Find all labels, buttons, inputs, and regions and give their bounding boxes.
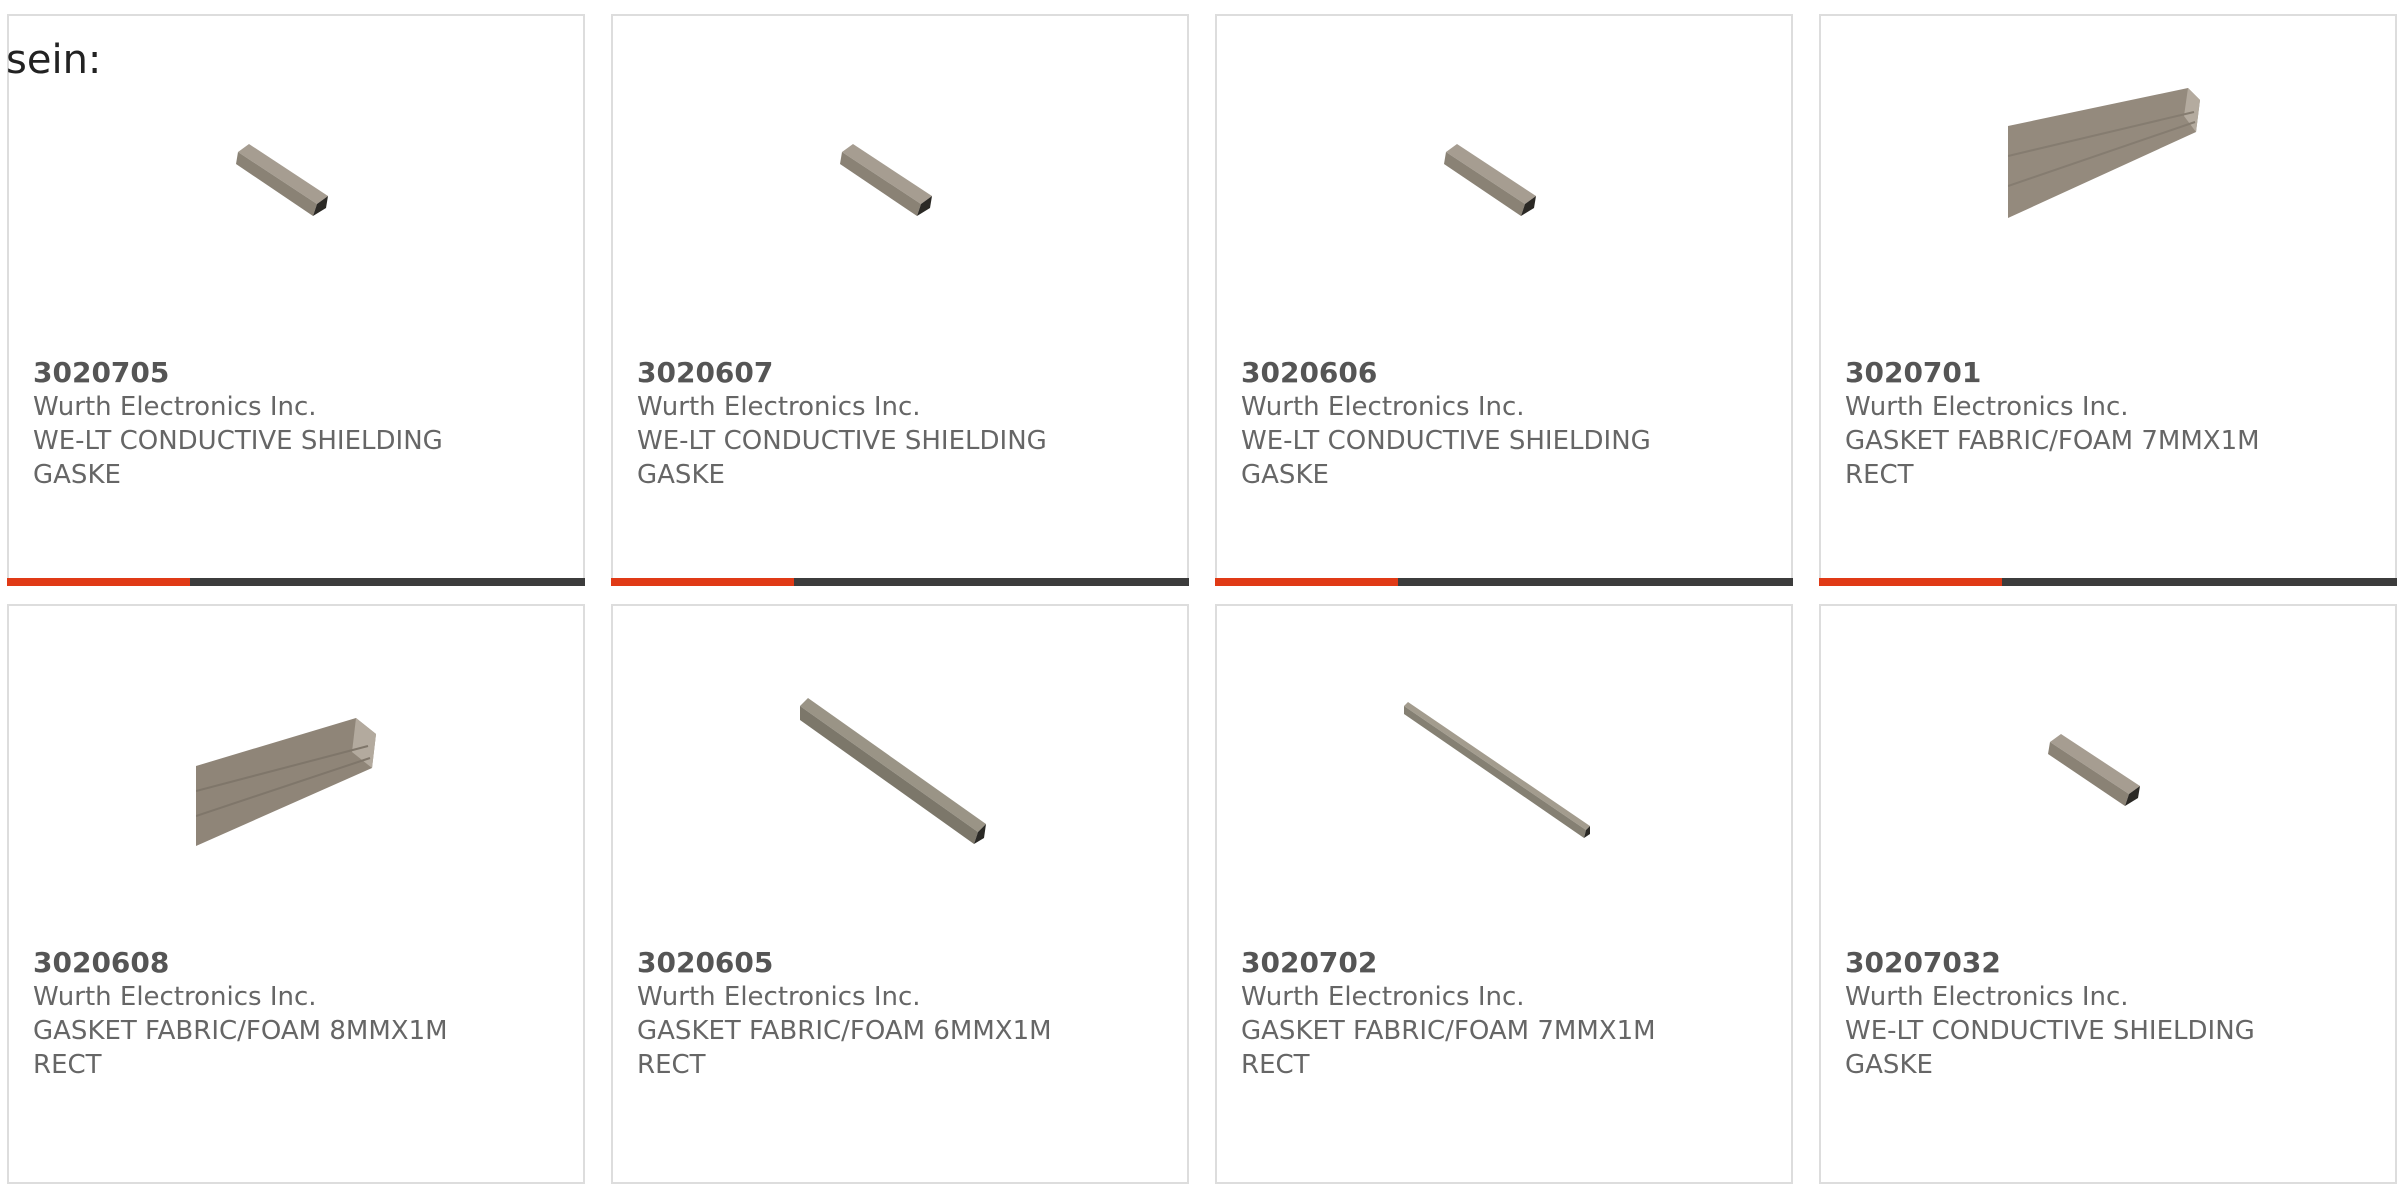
description-line: WE-LT CONDUCTIVE SHIELDING	[33, 426, 443, 456]
card-footer-accent	[7, 578, 190, 586]
product-card[interactable]: 3020607 Wurth Electronics Inc. WE-LT CON…	[611, 14, 1189, 586]
part-number-link[interactable]: 3020702	[1241, 946, 1761, 980]
description-line: WE-LT CONDUCTIVE SHIELDING	[637, 426, 1047, 456]
product-card[interactable]: 3020608 Wurth Electronics Inc. GASKET FA…	[7, 604, 585, 1184]
card-footer-bar	[7, 578, 585, 586]
product-card[interactable]: 3020701 Wurth Electronics Inc. GASKET FA…	[1819, 14, 2397, 586]
product-info: 3020607 Wurth Electronics Inc. WE-LT CON…	[637, 356, 1157, 492]
card-footer-accent	[1819, 578, 2002, 586]
thin-gasket-icon	[1404, 702, 1590, 838]
card-footer-bar	[1215, 578, 1793, 586]
rectangular-gasket-icon	[2048, 734, 2140, 806]
product-info: 3020606 Wurth Electronics Inc. WE-LT CON…	[1241, 356, 1761, 492]
product-image[interactable]	[2008, 676, 2208, 876]
intro-text: sein:	[6, 37, 102, 83]
manufacturer: Wurth Electronics Inc.	[33, 392, 317, 422]
wide-gasket-icon	[196, 718, 376, 846]
product-info: 3020608 Wurth Electronics Inc. GASKET FA…	[33, 946, 553, 1082]
description-line: GASKE	[1845, 1050, 1933, 1080]
description-line: WE-LT CONDUCTIVE SHIELDING	[1845, 1016, 2255, 1046]
description-line: RECT	[637, 1050, 706, 1080]
part-number-link[interactable]: 3020705	[33, 356, 553, 390]
description-line: RECT	[1845, 460, 1914, 490]
product-image[interactable]	[1404, 86, 1604, 286]
product-image[interactable]	[196, 676, 396, 876]
product-image[interactable]	[2008, 86, 2208, 286]
description-line: GASKE	[33, 460, 121, 490]
manufacturer: Wurth Electronics Inc.	[1241, 392, 1525, 422]
product-image[interactable]	[196, 86, 396, 286]
product-image[interactable]	[1404, 676, 1604, 876]
card-footer-bar	[1819, 578, 2397, 586]
description-line: GASKET FABRIC/FOAM 7MMX1M	[1241, 1016, 1656, 1046]
manufacturer: Wurth Electronics Inc.	[1845, 982, 2129, 1012]
product-info: 3020705 Wurth Electronics Inc. WE-LT CON…	[33, 356, 553, 492]
product-card[interactable]: 3020702 Wurth Electronics Inc. GASKET FA…	[1215, 604, 1793, 1184]
description-line: RECT	[1241, 1050, 1310, 1080]
product-image[interactable]	[800, 676, 1000, 876]
description-line: RECT	[33, 1050, 102, 1080]
product-card[interactable]: 3020705 Wurth Electronics Inc. WE-LT CON…	[7, 14, 585, 586]
part-number-link[interactable]: 3020605	[637, 946, 1157, 980]
description-line: WE-LT CONDUCTIVE SHIELDING	[1241, 426, 1651, 456]
part-number-link[interactable]: 3020701	[1845, 356, 2365, 390]
product-info: 3020605 Wurth Electronics Inc. GASKET FA…	[637, 946, 1157, 1082]
part-number-link[interactable]: 3020606	[1241, 356, 1761, 390]
manufacturer: Wurth Electronics Inc.	[33, 982, 317, 1012]
part-number-link[interactable]: 30207032	[1845, 946, 2365, 980]
product-info: 3020701 Wurth Electronics Inc. GASKET FA…	[1845, 356, 2365, 492]
part-number-link[interactable]: 3020608	[33, 946, 553, 980]
manufacturer: Wurth Electronics Inc.	[637, 392, 921, 422]
card-footer-accent	[611, 578, 794, 586]
product-info: 30207032 Wurth Electronics Inc. WE-LT CO…	[1845, 946, 2365, 1082]
description-line: GASKET FABRIC/FOAM 6MMX1M	[637, 1016, 1052, 1046]
long-gasket-icon	[800, 698, 986, 844]
manufacturer: Wurth Electronics Inc.	[1241, 982, 1525, 1012]
manufacturer: Wurth Electronics Inc.	[1845, 392, 2129, 422]
description-line: GASKE	[1241, 460, 1329, 490]
description-line: GASKE	[637, 460, 725, 490]
product-image[interactable]	[800, 86, 1000, 286]
description-line: GASKET FABRIC/FOAM 8MMX1M	[33, 1016, 448, 1046]
product-card[interactable]: 3020605 Wurth Electronics Inc. GASKET FA…	[611, 604, 1189, 1184]
rectangular-gasket-icon	[1444, 144, 1536, 216]
card-footer-accent	[1215, 578, 1398, 586]
rectangular-gasket-icon	[840, 144, 932, 216]
manufacturer: Wurth Electronics Inc.	[637, 982, 921, 1012]
product-card[interactable]: 3020606 Wurth Electronics Inc. WE-LT CON…	[1215, 14, 1793, 586]
product-info: 3020702 Wurth Electronics Inc. GASKET FA…	[1241, 946, 1761, 1082]
card-footer-bar	[611, 578, 1189, 586]
description-line: GASKET FABRIC/FOAM 7MMX1M	[1845, 426, 2260, 456]
product-card[interactable]: 30207032 Wurth Electronics Inc. WE-LT CO…	[1819, 604, 2397, 1184]
rectangular-gasket-icon	[236, 144, 328, 216]
part-number-link[interactable]: 3020607	[637, 356, 1157, 390]
wide-gasket-icon	[2008, 88, 2200, 218]
